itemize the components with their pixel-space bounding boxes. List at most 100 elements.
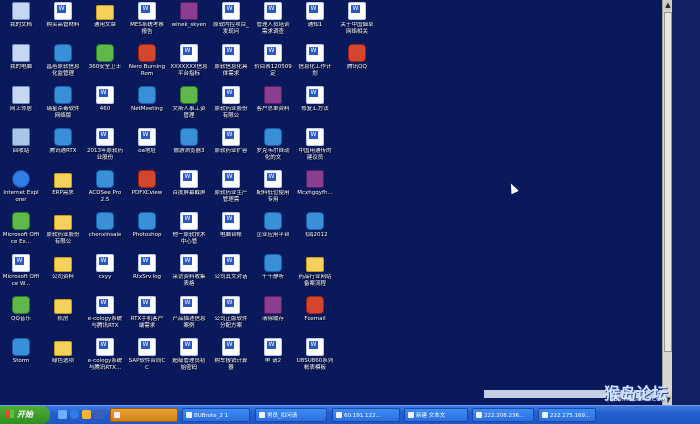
desktop-icon-label: 药品行业网站备案流程 — [298, 274, 332, 287]
desktop-icon[interactable]: 中国用通传的建议员 — [296, 128, 334, 168]
desktop-icon[interactable]: 罗克韦尔自动化的文 — [254, 128, 292, 168]
quicklaunch-app-icon-2[interactable] — [94, 410, 103, 419]
desktop-icon[interactable]: 公司资料 — [44, 254, 82, 294]
desktop-icon[interactable]: 管理人员培训需求调查 — [254, 2, 292, 42]
desktop-icon[interactable]: 价目表120509定 — [254, 44, 292, 84]
task-label: 新建 文本文 — [416, 413, 446, 419]
desktop-icon[interactable]: 460 — [86, 86, 124, 126]
desktop-icon[interactable]: Photoshop — [128, 212, 166, 252]
desktop-icon[interactable]: cxyy — [86, 254, 124, 294]
desktop-icon[interactable]: 通知1 — [296, 2, 334, 42]
desktop-icon[interactable]: Microsoft Office W... — [2, 254, 40, 294]
desktop-icon[interactable]: QQ音乐 — [2, 296, 40, 336]
desktop-icon[interactable]: 配料低位使用专用 — [254, 170, 292, 210]
desktop-icon[interactable]: 采访资料收集表格 — [170, 254, 208, 294]
desktop-icon[interactable]: 信息化工作计划 — [296, 44, 334, 84]
desktop-icon[interactable]: winek_skyen — [170, 2, 208, 42]
desktop-icon[interactable]: 客户总单资料 — [254, 86, 292, 126]
desktop-icon[interactable]: 千千静听 — [254, 254, 292, 294]
desktop-icon[interactable]: ERP需求 — [44, 170, 82, 210]
desktop-icon-label: 清除缓存 — [261, 316, 284, 322]
desktop-icon[interactable]: 公司正版软件分配方案 — [212, 296, 250, 336]
desktop-icon[interactable]: 飞鸽2012 — [296, 212, 334, 252]
desktop-icon[interactable]: RtxSrv.log — [128, 254, 166, 294]
taskbar-task-button[interactable]: 男员_扣问请 — [255, 408, 327, 422]
desktop-icon[interactable]: RTX手机客户端需求 — [128, 296, 166, 336]
task-app-icon — [408, 412, 414, 418]
desktop-icon[interactable]: SAP软件合同CC — [128, 338, 166, 378]
desktop-icon[interactable]: 申 请2 — [254, 338, 292, 378]
desktop-icon[interactable]: Foxmail — [296, 296, 334, 336]
desktop-icon[interactable]: Microsoft Office Ex... — [2, 212, 40, 252]
ie-quicklaunch-icon[interactable] — [70, 410, 79, 419]
desktop-icon[interactable]: 药品行业网站备案流程 — [296, 254, 334, 294]
desktop-icon[interactable]: MES系统考察报告 — [128, 2, 166, 42]
desktop-icon[interactable]: 昌邑原软信息化监管理 — [44, 44, 82, 84]
app-icon — [180, 128, 198, 146]
desktop-icon[interactable]: 公司其文对话 — [212, 254, 250, 294]
desktop-icon[interactable]: 购买高管材料 — [44, 2, 82, 42]
desktop-icon[interactable]: 修复汇方法 — [296, 86, 334, 126]
desktop-icon[interactable]: e-cology系统与腾讯RTX... — [86, 338, 124, 378]
desktop-icon[interactable]: Internet Explorer — [2, 170, 40, 210]
desktop-icon[interactable]: 瑞星杀毒软件网络版 — [44, 86, 82, 126]
desktop-icon[interactable]: 360安全卫士 — [86, 44, 124, 84]
quicklaunch-app-icon[interactable] — [82, 410, 91, 419]
taskbar-task-button[interactable]: 60.191.122... — [332, 408, 400, 422]
desktop-icon[interactable]: Nero Burning Rom — [128, 44, 166, 84]
desktop-icon[interactable]: 网上邻居 — [2, 86, 40, 126]
desktop-icon[interactable]: 傲游浏览器3 — [170, 128, 208, 168]
desktop-icon[interactable]: 绿色选项 — [44, 338, 82, 378]
desktop-icon[interactable]: 关于中国烟草网络相关 — [338, 2, 376, 42]
desktop-icon[interactable]: U8SU860系列帐表模板 — [296, 338, 334, 378]
desktop-icon[interactable]: 2013年原软药业股份 — [86, 128, 124, 168]
desktop-icon-label: SAP软件合同CC — [128, 358, 166, 371]
desktop-icon[interactable]: 回收站 — [2, 128, 40, 168]
start-button[interactable]: 开始 — [0, 406, 50, 424]
desktop-icon[interactable]: 文斯人事工资管理 — [170, 86, 208, 126]
desktop-icon[interactable]: 我的电脑 — [2, 44, 40, 84]
taskbar-task-button[interactable]: BUBrote_2 1 — [182, 408, 250, 422]
desktop-icon[interactable]: 腾讯通RTX — [44, 128, 82, 168]
desktop-icon[interactable]: 通用文章 — [86, 2, 124, 42]
desktop-icon[interactable]: 原软药业股份有限公 — [212, 86, 250, 126]
desktop-icon[interactable]: 原软药业生产管理需 — [212, 170, 250, 210]
desktop-icon-label: oa地址 — [138, 148, 156, 154]
desktop-icon[interactable]: Storm — [2, 338, 40, 378]
taskbar-task-button[interactable]: 新建 文本文 — [404, 408, 468, 422]
desktop-icon[interactable]: ACDSee Pro 2.5 — [86, 170, 124, 210]
desktop-icon[interactable]: 原软信息化具体需求 — [212, 44, 250, 84]
desktop-icon[interactable]: 清除缓存 — [254, 296, 292, 336]
desktop-icon[interactable]: chenxinsale — [86, 212, 124, 252]
desktop-icon[interactable]: PDFXCview — [128, 170, 166, 210]
desktop-icon[interactable]: 机房 — [44, 296, 82, 336]
desktop-icon[interactable]: 企业应用平台 — [254, 212, 292, 252]
desktop-icon[interactable]: 产品描述信息案例 — [170, 296, 208, 336]
desktop-icon[interactable]: 他一原软技术中心管 — [170, 212, 208, 252]
desktop-icon[interactable]: 超级管理员初始密码 — [170, 338, 208, 378]
desktop-icon[interactable]: 腾讯QQ — [338, 44, 376, 84]
desktop-icon-label: 文斯人事工资管理 — [172, 106, 206, 119]
taskbar-task-button[interactable] — [110, 408, 178, 422]
desktop-icon-label: 配料低位使用专用 — [256, 190, 290, 203]
desktop-icon[interactable]: 百度屏幕截屏 — [170, 170, 208, 210]
desktop-icon[interactable]: 原软内控项目_发现问 — [212, 2, 250, 42]
desktop-icon[interactable]: 购车报销计算器 — [212, 338, 250, 378]
app-icon — [138, 86, 156, 104]
desktop-icon-label: 机房 — [57, 316, 69, 322]
taskbar-task-button[interactable]: 222.208.236... — [472, 408, 534, 422]
desktop-icon[interactable]: NetMeeting — [128, 86, 166, 126]
desktop-icon[interactable]: 电脑台帐 — [212, 212, 250, 252]
desktop-icon[interactable]: 我的文档 — [2, 2, 40, 42]
desktop-icon[interactable]: XXXXXXX信息平台指标 — [170, 44, 208, 84]
desktop-icon[interactable]: e-cology系统与腾讯RTX — [86, 296, 124, 336]
show-desktop-icon[interactable] — [58, 410, 67, 419]
desktop-icon[interactable]: 原软药业股份有限公 — [44, 212, 82, 252]
desktop-icon[interactable]: 原软药业扩容 — [212, 128, 250, 168]
desktop-icon-label: 中国用通传的建议员 — [298, 148, 332, 161]
scrollbar-thumb[interactable] — [664, 12, 672, 352]
desktop-icon[interactable]: oa地址 — [128, 128, 166, 168]
doc-icon — [222, 170, 240, 188]
taskbar-task-button[interactable]: 222.175.169... — [538, 408, 596, 422]
desktop-icon[interactable]: Mcxhgqyfh... — [296, 170, 334, 210]
